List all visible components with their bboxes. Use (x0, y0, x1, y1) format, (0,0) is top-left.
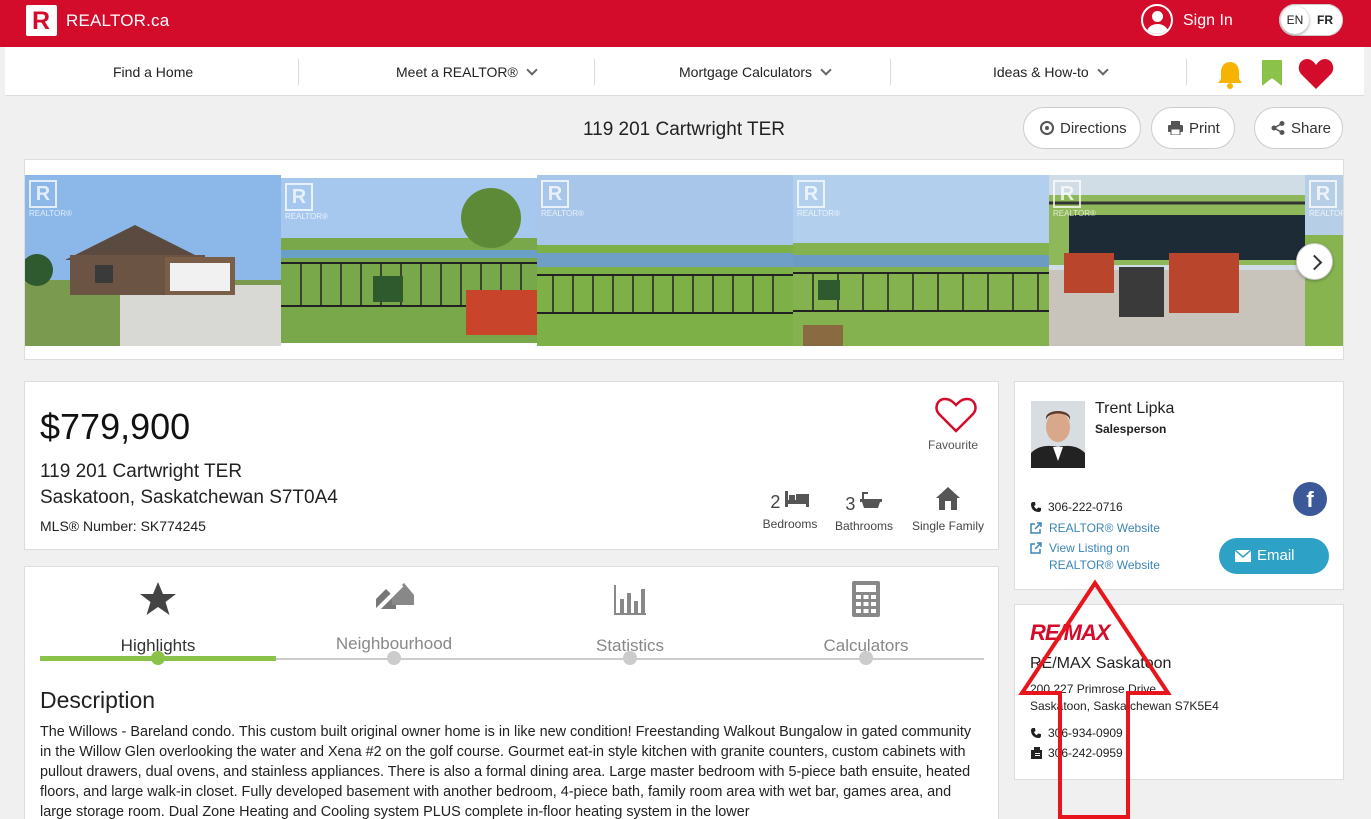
nav-divider (890, 59, 891, 85)
printer-icon (1168, 121, 1183, 136)
lang-fr-option[interactable]: FR (1317, 13, 1333, 27)
bedrooms-count: 2 (770, 492, 781, 512)
print-button[interactable]: Print (1151, 107, 1235, 149)
tab-dot-calculators[interactable] (859, 651, 873, 665)
listing-photo-3[interactable]: R REALTOR® (537, 175, 793, 346)
bell-icon[interactable] (1216, 60, 1244, 90)
tab-dot-statistics[interactable] (623, 651, 637, 665)
agent-role: Salesperson (1095, 422, 1167, 436)
email-agent-button[interactable]: Email (1219, 538, 1329, 574)
realtor-logo-text[interactable]: REALTOR.ca (66, 11, 169, 31)
property-type-label: Single Family (911, 519, 985, 533)
chevron-down-icon (526, 64, 538, 76)
external-link-icon (1030, 522, 1042, 534)
office-name[interactable]: RE/MAX Saskatoon (1030, 655, 1171, 673)
nav-divider (1186, 59, 1187, 85)
agent-photo[interactable] (1031, 401, 1085, 468)
top-header-bar: R REALTOR.ca Sign In EN FR (0, 0, 1371, 47)
favourite-heart-icon[interactable] (934, 396, 978, 434)
tab-highlights[interactable]: Highlights (40, 579, 276, 656)
envelope-icon (1235, 550, 1251, 562)
nav-divider (298, 59, 299, 85)
calculator-icon (852, 581, 880, 617)
view-listing-link-line1[interactable]: View Listing on (1049, 541, 1130, 555)
neighbourhood-icon (372, 583, 414, 615)
directions-button[interactable]: Directions (1023, 107, 1141, 149)
listing-photo-2[interactable]: R REALTOR® (281, 178, 537, 343)
external-link-icon (1030, 542, 1042, 554)
listing-summary-card: $779,900 119 201 Cartwright TER Saskatoo… (24, 381, 999, 550)
address-line-2: Saskatoon, Saskatchewan S7T0A4 (40, 487, 338, 508)
bookmark-icon[interactable] (1261, 60, 1283, 86)
tab-dot-highlights[interactable] (151, 651, 165, 665)
main-nav: Find a Home Meet a REALTOR® Mortgage Cal… (5, 47, 1364, 96)
bathrooms-feature: 3 Bathrooms (833, 490, 895, 533)
sign-in-link[interactable]: Sign In (1183, 12, 1233, 30)
share-icon (1271, 121, 1285, 135)
star-icon (140, 582, 176, 615)
office-card: RE/MAX RE/MAX Saskatoon 200 227 Primrose… (1014, 604, 1344, 780)
bathrooms-count: 3 (845, 494, 856, 514)
listing-price: $779,900 (40, 406, 191, 447)
facebook-icon[interactable]: f (1293, 482, 1327, 516)
realtor-watermark: RREALTOR® (1053, 180, 1096, 220)
heart-icon[interactable] (1298, 58, 1334, 90)
realtor-watermark: RREALTOR® (797, 180, 840, 220)
nav-divider (594, 59, 595, 85)
tab-calculators[interactable]: Calculators (748, 579, 984, 656)
property-type-feature: Single Family (910, 486, 986, 533)
listing-photo-5[interactable]: R REALTOR® (1049, 175, 1305, 346)
office-fax[interactable]: 306-242-0959 (1048, 746, 1123, 760)
realtor-logo-icon[interactable]: R (26, 5, 57, 36)
bedrooms-label: Bedrooms (762, 517, 818, 531)
address-line-1: 119 201 Cartwright TER (40, 461, 243, 482)
compass-icon (1040, 121, 1054, 135)
gallery-next-button[interactable] (1296, 243, 1333, 280)
agent-phone[interactable]: 306-222-0716 (1048, 500, 1123, 514)
tab-dot-neighbourhood[interactable] (387, 651, 401, 665)
tab-statistics[interactable]: Statistics (512, 579, 748, 656)
description-heading: Description (40, 687, 156, 713)
bathrooms-label: Bathrooms (834, 519, 894, 533)
realtor-watermark: RREALTOR® (1309, 180, 1343, 220)
description-text: The Willows - Bareland condo. This custo… (40, 724, 972, 819)
bathtub-icon (859, 492, 882, 508)
office-phone[interactable]: 306-934-0909 (1048, 726, 1123, 740)
view-listing-link-line2[interactable]: REALTOR® Website (1049, 558, 1160, 572)
phone-icon (1031, 728, 1041, 738)
nav-ideas-how-to[interactable]: Ideas & How-to (993, 64, 1109, 80)
favourite-label[interactable]: Favourite (928, 438, 978, 452)
nav-meet-a-realtor[interactable]: Meet a REALTOR® (396, 64, 538, 80)
bedrooms-feature: 2 Bedrooms (760, 490, 820, 531)
nav-find-a-home[interactable]: Find a Home (113, 64, 193, 80)
bar-chart-icon (614, 585, 646, 615)
fax-icon (1031, 747, 1042, 759)
realtor-watermark: RREALTOR® (285, 183, 328, 223)
office-address-line-1: 200 227 Primrose Drive (1030, 682, 1157, 696)
chevron-down-icon (1097, 64, 1109, 76)
mls-number: MLS® Number: SK774245 (40, 518, 206, 534)
realtor-watermark: RREALTOR® (29, 180, 72, 220)
photo-gallery[interactable]: R REALTOR® R REALTOR® R REALTOR® R REALT… (24, 159, 1344, 360)
office-address-line-2: Saskatoon, Saskatchewan S7K5E4 (1030, 699, 1219, 713)
agent-card: Trent Lipka Salesperson 306-222-0716 REA… (1014, 381, 1344, 590)
bed-icon (784, 491, 809, 507)
details-card: Highlights Neighbourhood Statistics Calc… (24, 566, 999, 819)
chevron-down-icon (820, 64, 832, 76)
language-toggle[interactable]: EN FR (1279, 4, 1343, 36)
house-icon (936, 487, 960, 510)
user-icon[interactable] (1141, 4, 1173, 36)
share-button[interactable]: Share (1254, 107, 1343, 149)
phone-icon (1031, 502, 1041, 512)
realtor-watermark: RREALTOR® (541, 180, 584, 220)
nav-mortgage-calculators[interactable]: Mortgage Calculators (679, 64, 832, 80)
agent-website-link[interactable]: REALTOR® Website (1049, 521, 1160, 535)
remax-logo[interactable]: RE/MAX (1030, 620, 1111, 646)
lang-en-option[interactable]: EN (1281, 6, 1309, 34)
tab-neighbourhood[interactable]: Neighbourhood (276, 577, 512, 654)
listing-photo-1[interactable]: R REALTOR® (25, 175, 281, 346)
agent-name[interactable]: Trent Lipka (1095, 400, 1174, 418)
listing-photo-4[interactable]: R REALTOR® (793, 175, 1049, 346)
